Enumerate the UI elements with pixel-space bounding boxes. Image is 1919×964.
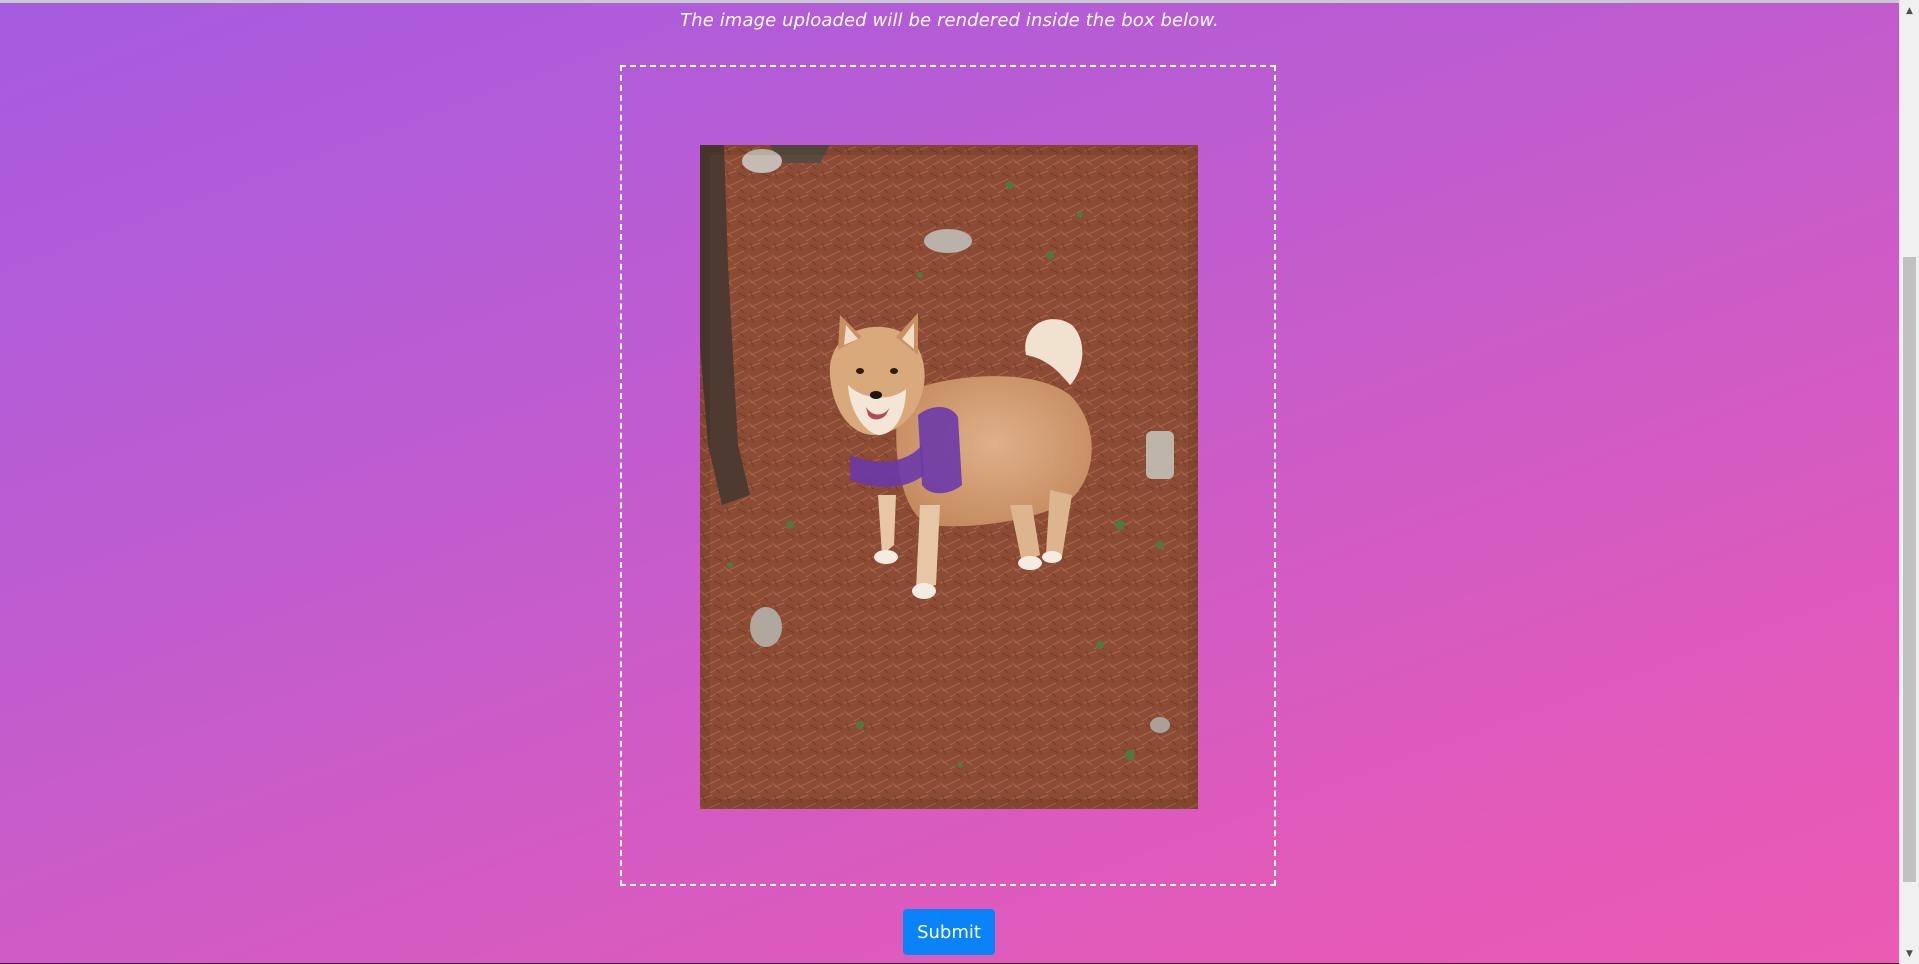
submit-button[interactable]: Submit xyxy=(903,909,995,955)
vertical-scrollbar[interactable]: ▲ ▼ xyxy=(1899,0,1919,964)
chevron-down-icon[interactable]: ▼ xyxy=(1900,945,1919,962)
page-background: The image uploaded will be rendered insi… xyxy=(0,0,1899,964)
upload-caption: The image uploaded will be rendered insi… xyxy=(680,10,1219,31)
top-edge xyxy=(0,0,1899,3)
uploaded-image xyxy=(700,145,1198,809)
scroll-thumb[interactable] xyxy=(1903,257,1916,882)
chevron-up-icon[interactable]: ▲ xyxy=(1900,2,1919,19)
